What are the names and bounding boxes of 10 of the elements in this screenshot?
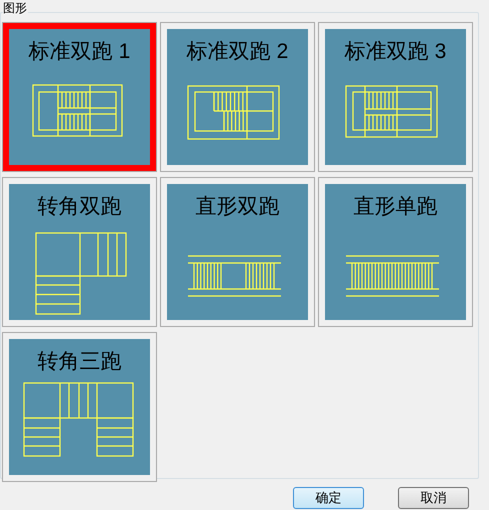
- dialog-button[interactable]: 取消: [398, 487, 469, 509]
- stair-type-tile[interactable]: 转角三跑: [2, 332, 157, 482]
- stair-type-tile[interactable]: 直形单跑: [318, 177, 473, 327]
- stair-type-tile[interactable]: 标准双跑 3: [318, 22, 473, 172]
- stair-type-tile[interactable]: 标准双跑 2: [160, 22, 315, 172]
- stair-type-tile[interactable]: 标准双跑 1: [2, 22, 157, 172]
- dialog-button[interactable]: 确定: [293, 487, 364, 509]
- stair-type-tile[interactable]: 直形双跑: [160, 177, 315, 327]
- stair-type-tile[interactable]: 转角双跑: [2, 177, 157, 327]
- group-label: 图形: [3, 0, 28, 16]
